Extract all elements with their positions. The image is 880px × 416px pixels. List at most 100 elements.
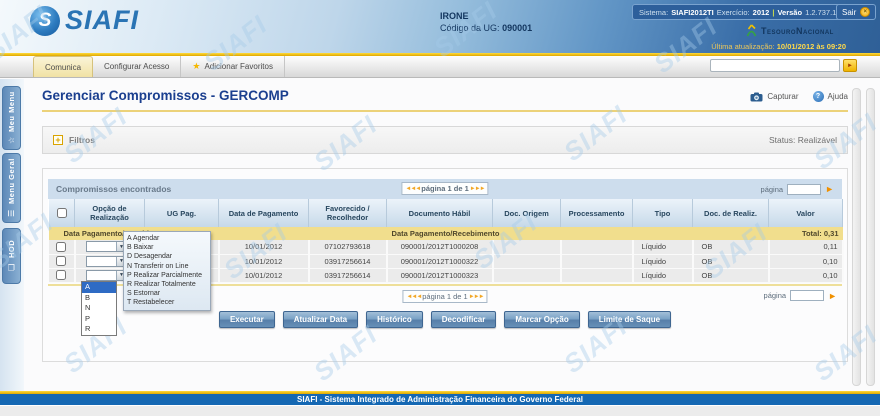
page-number-input[interactable] bbox=[790, 290, 824, 301]
listbox-option-p[interactable]: P bbox=[82, 314, 116, 325]
page-jump-top: página ► bbox=[761, 184, 834, 195]
opcao-select[interactable]: ▼ bbox=[86, 241, 128, 252]
row-checkbox[interactable] bbox=[56, 242, 66, 252]
cell-doc-origem bbox=[493, 268, 561, 282]
marcar-opcao-button[interactable]: Marcar Opção bbox=[504, 311, 579, 328]
listbox-option-r[interactable]: R bbox=[82, 324, 116, 335]
prev-page-icon[interactable]: ◄◄◄ bbox=[405, 186, 420, 192]
siafi-logo-icon: S bbox=[30, 6, 60, 36]
listbox-option-a[interactable]: A bbox=[82, 282, 116, 293]
executar-button[interactable]: Executar bbox=[219, 311, 275, 328]
cell-data-pagamento: 10/01/2012 bbox=[219, 240, 309, 254]
dropdown-item-transferir[interactable]: N Transferir on Line bbox=[127, 262, 207, 271]
cell-doc-realiz: OB bbox=[693, 268, 769, 282]
logout-button[interactable]: Sair × bbox=[836, 4, 876, 20]
opcao-select[interactable]: ▼ bbox=[86, 256, 128, 267]
footer-bottom bbox=[0, 405, 880, 416]
filters-bar: + Filtros Status: Realizável bbox=[42, 126, 848, 154]
capture-label: Capturar bbox=[767, 92, 798, 101]
tab-configurar-acesso[interactable]: Configurar Acesso bbox=[93, 56, 181, 77]
row-checkbox[interactable] bbox=[56, 270, 66, 280]
cell-doc-origem bbox=[493, 254, 561, 268]
logout-label: Sair bbox=[842, 8, 856, 17]
dropdown-item-desagendar[interactable]: D Desagendar bbox=[127, 252, 207, 261]
go-page-icon[interactable]: ► bbox=[828, 291, 837, 301]
dropdown-item-estornar[interactable]: S Estornar bbox=[127, 289, 207, 298]
col-valor: Valor bbox=[769, 199, 843, 227]
user-name: IRONE bbox=[440, 10, 532, 22]
user-info: IRONE Código da UG: 090001 bbox=[440, 10, 532, 34]
siafi-app: S SIAFI IRONE Código da UG: 090001 Siste… bbox=[0, 0, 880, 416]
dropdown-item-baixar[interactable]: B Baixar bbox=[127, 243, 207, 252]
realization-options-dropdown: A Agendar B Baixar D Desagendar N Transf… bbox=[123, 231, 211, 311]
page-number-input[interactable] bbox=[787, 184, 821, 195]
treasury-logo: TesouroNacional bbox=[744, 24, 834, 37]
pagination-bottom: ◄◄◄ página 1 de 1 ►►► bbox=[402, 290, 487, 303]
cell-doc-origem bbox=[493, 240, 561, 254]
terminal-icon: ❏ bbox=[7, 263, 17, 272]
search-go-button[interactable]: ► bbox=[843, 59, 857, 72]
cell-data-pagamento: 10/01/2012 bbox=[219, 254, 309, 268]
siafi-logo-text: SIAFI bbox=[65, 5, 139, 36]
go-page-icon[interactable]: ► bbox=[825, 184, 834, 194]
next-page-icon[interactable]: ►►► bbox=[470, 186, 485, 192]
col-data-pagamento: Data de Pagamento bbox=[219, 199, 309, 227]
col-tipo: Tipo bbox=[633, 199, 693, 227]
results-header-bar: Compromissos encontrados ◄◄◄ página 1 de… bbox=[48, 179, 842, 199]
page-label: página bbox=[761, 185, 784, 194]
cell-processamento bbox=[561, 268, 633, 282]
help-label: Ajuda bbox=[828, 92, 848, 101]
tab-comunica[interactable]: Comunica bbox=[33, 56, 93, 77]
dropdown-item-agendar[interactable]: A Agendar bbox=[127, 234, 207, 243]
opcao-select-listbox: A B N P R bbox=[81, 281, 117, 336]
sidebar-item-meu-menu[interactable]: ☆ Meu Menu bbox=[2, 86, 21, 150]
camera-icon bbox=[750, 92, 763, 102]
exercise-label: Exercício: bbox=[717, 8, 750, 17]
last-update-value: 10/01/2012 às 09:20 bbox=[777, 42, 846, 51]
select-all-checkbox[interactable] bbox=[57, 208, 67, 218]
status-badge: Status: Realizável bbox=[769, 135, 837, 145]
cell-tipo: Líquido bbox=[633, 240, 693, 254]
next-page-icon[interactable]: ►►► bbox=[469, 294, 484, 300]
prev-page-icon[interactable]: ◄◄◄ bbox=[406, 294, 421, 300]
opcao-select[interactable]: ▼ bbox=[86, 270, 128, 281]
listbox-option-b[interactable]: B bbox=[82, 293, 116, 304]
select-all-cell bbox=[49, 199, 75, 227]
listbox-option-n[interactable]: N bbox=[82, 303, 116, 314]
version-label: Versão bbox=[777, 8, 802, 17]
page-tools: Capturar ? Ajuda bbox=[750, 91, 848, 102]
search-input[interactable] bbox=[710, 59, 840, 72]
historico-button[interactable]: Histórico bbox=[366, 311, 423, 328]
sidebar-item-menu-geral[interactable]: ☰ Menu Geral bbox=[2, 153, 21, 223]
tab-adicionar-favoritos[interactable]: ★ Adicionar Favoritos bbox=[181, 56, 285, 77]
ug-label: Código da UG: bbox=[440, 23, 500, 33]
sidebar-item-label: Menu Geral bbox=[7, 158, 16, 204]
expand-filters-icon[interactable]: + bbox=[53, 135, 63, 145]
atualizar-data-button[interactable]: Atualizar Data bbox=[283, 311, 358, 328]
capture-button[interactable]: Capturar bbox=[750, 92, 798, 102]
menu-icon: ☰ bbox=[7, 208, 17, 217]
tab-label: Adicionar Favoritos bbox=[204, 62, 272, 71]
cell-processamento bbox=[561, 240, 633, 254]
sidebar-item-hod[interactable]: ❏ HOD bbox=[2, 228, 21, 284]
logout-icon: × bbox=[860, 7, 870, 17]
dropdown-item-restabelecer[interactable]: T Restabelecer bbox=[127, 298, 207, 307]
page-label: página bbox=[764, 291, 787, 300]
group-total: Total: 0,31 bbox=[802, 229, 843, 238]
cell-valor: 0,10 bbox=[769, 268, 843, 282]
total-value: 0,31 bbox=[824, 229, 839, 238]
last-update-label: Última atualização: bbox=[711, 42, 774, 51]
results-title: Compromissos encontrados bbox=[56, 184, 171, 194]
dropdown-item-realizar-totalmente[interactable]: R Realizar Totalmente bbox=[127, 280, 207, 289]
help-button[interactable]: ? Ajuda bbox=[813, 91, 848, 102]
quick-search: ► bbox=[710, 59, 857, 72]
limite-de-saque-button[interactable]: Limite de Saque bbox=[588, 311, 671, 328]
col-ug-pag: UG Pag. bbox=[145, 199, 219, 227]
system-value: SIAFI2012TI bbox=[671, 8, 714, 17]
page-indicator: página 1 de 1 bbox=[421, 184, 469, 193]
treasury-text: TesouroNacional bbox=[761, 26, 834, 36]
decodificar-button[interactable]: Decodificar bbox=[431, 311, 497, 328]
dropdown-item-realizar-parcialmente[interactable]: P Realizar Parcialmente bbox=[127, 271, 207, 280]
star-icon: ☆ bbox=[7, 136, 17, 145]
row-checkbox[interactable] bbox=[56, 256, 66, 266]
